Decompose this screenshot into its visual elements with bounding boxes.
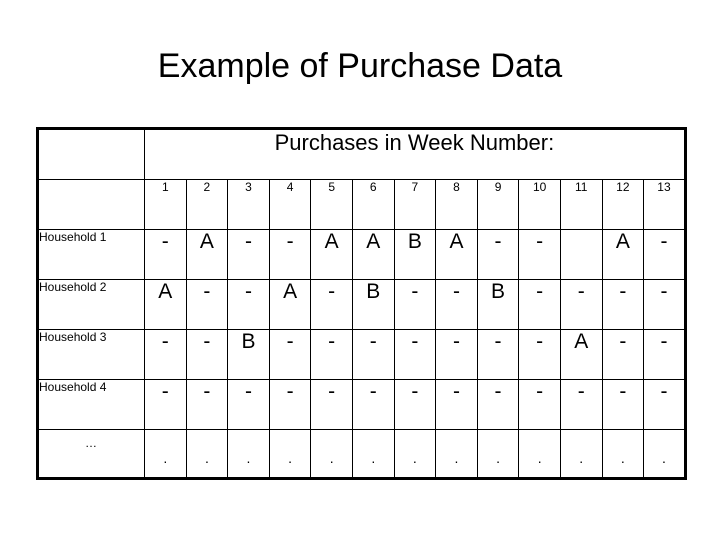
purchase-cell: - <box>643 329 686 380</box>
purchase-cell: - <box>643 279 686 330</box>
week-number-header: 8 <box>435 179 478 230</box>
purchase-cell: - <box>393 379 437 430</box>
purchase-cell: - <box>351 379 395 430</box>
purchase-cell: . <box>144 429 187 479</box>
week-number-header: 6 <box>351 179 395 230</box>
week-number-header: 5 <box>310 179 353 230</box>
purchase-cell: - <box>601 279 645 330</box>
purchase-data-table-container: Purchases in Week Number: 1 2 3 4 5 6 7 8 9 10 11 12… <box>36 127 687 480</box>
purchase-cell: A <box>351 229 395 280</box>
household-label: Household 2 <box>37 279 145 330</box>
week-number-header: 3 <box>227 179 270 230</box>
table-row: Household 1-A--AABA--A- <box>37 229 686 280</box>
purchase-cell: - <box>227 379 270 430</box>
purchase-data-table: Purchases in Week Number: 1 2 3 4 5 6 7 8 9 10 11 12… <box>36 127 687 480</box>
purchase-cell: B <box>393 229 437 280</box>
purchase-cell: - <box>476 229 520 280</box>
purchase-cell: A <box>185 229 229 280</box>
table-header-row-span: Purchases in Week Number: <box>37 128 686 180</box>
purchase-cell: . <box>518 429 561 479</box>
purchase-cell: - <box>601 379 645 430</box>
table-row: Household 2A--A-B--B---- <box>37 279 686 330</box>
purchase-cell: - <box>643 379 686 430</box>
purchase-cell: - <box>185 379 229 430</box>
household-label: … <box>37 429 145 479</box>
purchase-cell <box>559 229 603 280</box>
slide-canvas: Example of Purchase Data Purchases in We… <box>0 0 720 540</box>
table-row: Household 3--B-------A-- <box>37 329 686 380</box>
household-label: Household 3 <box>37 329 145 380</box>
purchase-cell: - <box>435 329 478 380</box>
purchase-cell: - <box>310 279 353 330</box>
purchase-cell: - <box>185 329 229 380</box>
purchase-cell: A <box>559 329 603 380</box>
purchase-cell: - <box>476 379 520 430</box>
week-number-header: 1 <box>144 179 187 230</box>
purchase-cell: B <box>227 329 270 380</box>
purchase-cell: . <box>435 429 478 479</box>
purchase-cell: . <box>393 429 437 479</box>
week-number-header: 2 <box>185 179 229 230</box>
purchase-cell: B <box>351 279 395 330</box>
table-row: …............. <box>37 429 686 479</box>
purchase-cell: - <box>559 379 603 430</box>
purchase-cell: A <box>144 279 187 330</box>
table-corner-cell <box>37 128 145 180</box>
purchase-cell: A <box>310 229 353 280</box>
page-title: Example of Purchase Data <box>157 47 563 85</box>
purchase-cell: . <box>227 429 270 479</box>
purchase-cell: . <box>268 429 312 479</box>
purchase-cell: A <box>601 229 645 280</box>
week-number-span-header: Purchases in Week Number: <box>144 128 686 180</box>
purchase-cell: . <box>351 429 395 479</box>
purchase-cell: - <box>518 229 561 280</box>
table-header-row-weeks: 1 2 3 4 5 6 7 8 9 10 11 12 13 <box>37 179 686 230</box>
purchase-cell: . <box>559 429 603 479</box>
week-number-header: 10 <box>518 179 561 230</box>
purchase-cell: - <box>435 279 478 330</box>
purchase-cell: - <box>310 329 353 380</box>
purchase-cell: - <box>144 379 187 430</box>
purchase-cell: - <box>144 229 187 280</box>
purchase-cell: - <box>643 229 686 280</box>
purchase-cell: - <box>393 279 437 330</box>
purchase-cell: - <box>310 379 353 430</box>
purchase-cell: - <box>227 279 270 330</box>
purchase-cell: . <box>643 429 686 479</box>
purchase-cell: B <box>476 279 520 330</box>
purchase-cell: - <box>559 279 603 330</box>
purchase-cell: - <box>351 329 395 380</box>
purchase-cell: . <box>310 429 353 479</box>
week-number-header: 12 <box>601 179 645 230</box>
week-row-label-cell <box>37 179 145 230</box>
purchase-cell: A <box>268 279 312 330</box>
purchase-cell: . <box>476 429 520 479</box>
household-label: Household 4 <box>37 379 145 430</box>
week-number-header: 11 <box>559 179 603 230</box>
purchase-cell: - <box>268 229 312 280</box>
week-number-header: 4 <box>268 179 312 230</box>
purchase-cell: A <box>435 229 478 280</box>
week-number-header: 7 <box>393 179 437 230</box>
purchase-cell: - <box>185 279 229 330</box>
purchase-cell: - <box>268 379 312 430</box>
purchase-cell: - <box>393 329 437 380</box>
household-label: Household 1 <box>37 229 145 280</box>
purchase-cell: . <box>601 429 645 479</box>
purchase-cell: - <box>144 329 187 380</box>
purchase-cell: . <box>185 429 229 479</box>
purchase-cell: - <box>227 229 270 280</box>
purchase-cell: - <box>268 329 312 380</box>
purchase-cell: - <box>518 279 561 330</box>
purchase-cell: - <box>518 329 561 380</box>
purchase-cell: - <box>518 379 561 430</box>
table-row: Household 4------------- <box>37 379 686 430</box>
week-number-header: 13 <box>643 179 686 230</box>
purchase-cell: - <box>601 329 645 380</box>
week-number-header: 9 <box>476 179 520 230</box>
purchase-cell: - <box>435 379 478 430</box>
purchase-cell: - <box>476 329 520 380</box>
